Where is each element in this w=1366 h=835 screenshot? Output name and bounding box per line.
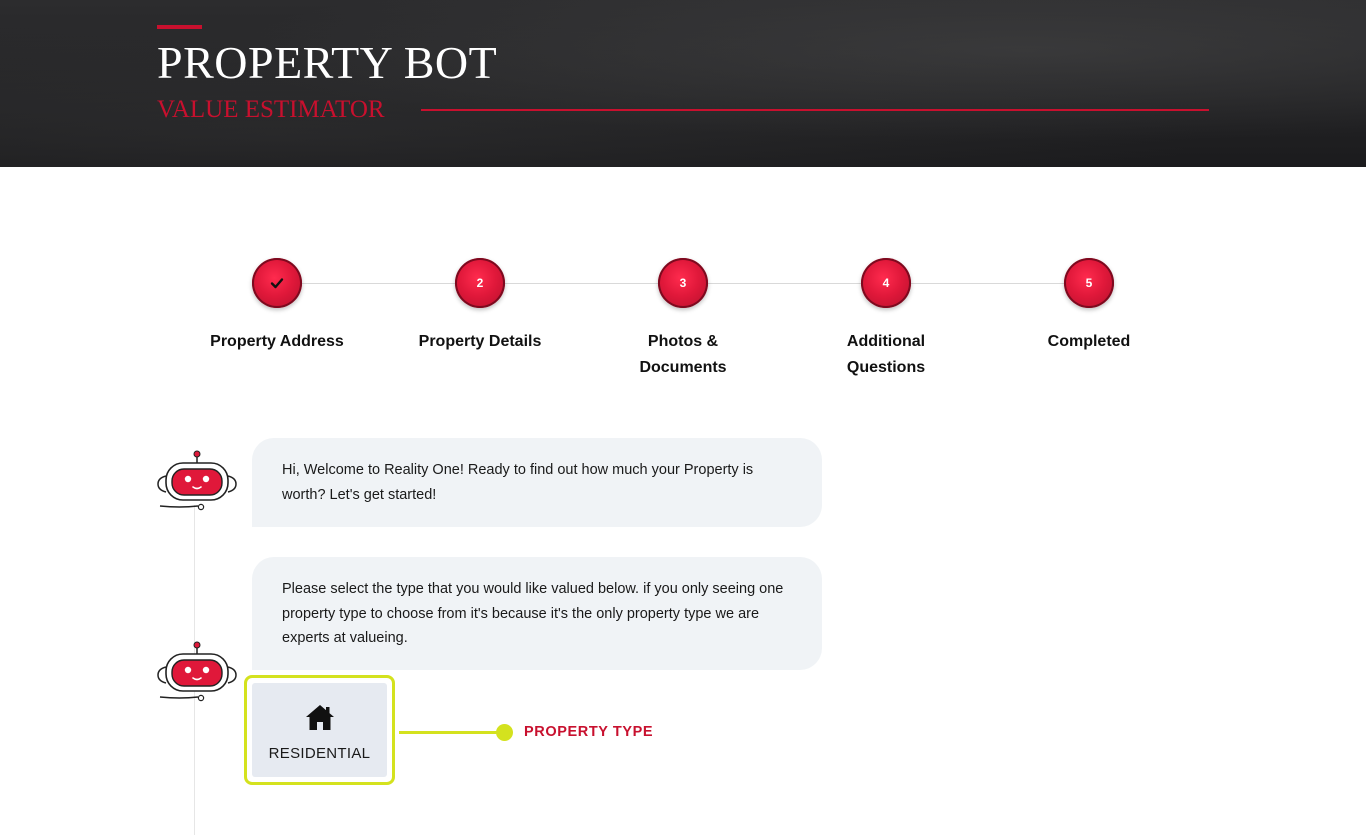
step-label: Property Details (418, 333, 542, 350)
check-icon (270, 278, 284, 289)
step-label: Additional Questions (786, 329, 986, 381)
page-title: PROPERTY BOT (157, 37, 498, 88)
home-icon (305, 704, 334, 730)
step-3-circle[interactable]: 3 (658, 258, 708, 308)
property-type-label: RESIDENTIAL (268, 744, 371, 762)
step-label-line: Additional (846, 333, 926, 350)
robot-avatar-icon (157, 450, 237, 511)
step-label: Property Address (210, 333, 344, 350)
bot-message-select-type: Please select the type that you would li… (252, 557, 822, 670)
robot-avatar-icon (157, 641, 237, 702)
step-1-circle[interactable] (252, 258, 302, 308)
step-label-line: Photos & (647, 333, 719, 350)
page-header: PROPERTY BOT VALUE ESTIMATOR (0, 0, 1366, 167)
bot-message-welcome: Hi, Welcome to Reality One! Ready to fin… (252, 438, 822, 527)
step-5-circle[interactable]: 5 (1064, 258, 1114, 308)
header-divider (421, 109, 1209, 111)
step-4-circle[interactable]: 4 (861, 258, 911, 308)
step-label-line: Documents (639, 359, 727, 376)
header-accent-bar (157, 25, 202, 29)
step-label-line: Questions (846, 359, 926, 376)
property-type-option-highlight: RESIDENTIAL (244, 675, 395, 785)
callout-connector-line (399, 731, 499, 734)
property-type-residential-button[interactable]: RESIDENTIAL (252, 683, 387, 777)
property-type-callout: PROPERTY TYPE (524, 724, 654, 740)
step-label: Completed (1047, 333, 1131, 350)
page-subtitle: VALUE ESTIMATOR (157, 96, 385, 123)
callout-connector-dot (496, 724, 513, 741)
step-label: Photos & Documents (583, 329, 783, 381)
step-2-circle[interactable]: 2 (455, 258, 505, 308)
